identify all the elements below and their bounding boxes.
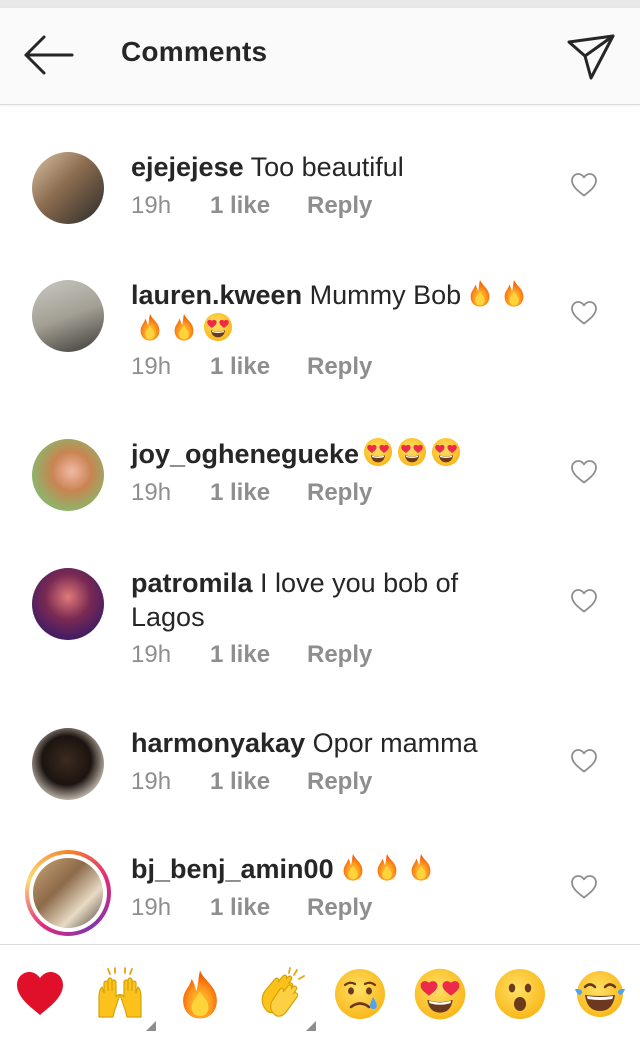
heart-eyes-icon[interactable] <box>413 967 467 1021</box>
comment-meta: 19h 1 like Reply <box>131 192 372 220</box>
like-heart-icon[interactable] <box>570 588 598 614</box>
comment-username[interactable]: lauren.kween <box>131 280 302 310</box>
comment-username[interactable]: harmonyakay <box>131 728 305 758</box>
comment-time: 19h <box>131 894 172 921</box>
comment-time: 19h <box>131 192 172 219</box>
likes-count[interactable]: 1 like <box>210 768 307 796</box>
skin-tone-indicator <box>306 1021 316 1031</box>
like-heart-icon[interactable] <box>570 874 598 900</box>
raised-hands-icon[interactable] <box>93 967 147 1021</box>
like-heart-icon[interactable] <box>570 172 598 198</box>
heart-eyes-emoji-icon <box>203 312 233 342</box>
likes-count[interactable]: 1 like <box>210 641 307 669</box>
comment-username[interactable]: bj_benj_amin00 <box>131 854 334 884</box>
fire-emoji-icon <box>499 278 529 308</box>
fire-emoji-icon <box>338 852 368 882</box>
likes-count[interactable]: 1 like <box>210 479 307 507</box>
comment-time: 19h <box>131 641 172 668</box>
reply-button[interactable]: Reply <box>307 641 372 669</box>
comment-time: 19h <box>131 768 172 795</box>
comment-text: ejejejese Too beautiful <box>131 150 531 184</box>
quick-reaction-bar <box>0 944 640 1038</box>
heart-eyes-emoji-icon <box>431 437 461 467</box>
fire-emoji-icon <box>169 312 199 342</box>
comment-meta: 19h 1 like Reply <box>131 768 372 796</box>
likes-count[interactable]: 1 like <box>210 192 307 220</box>
comment-time: 19h <box>131 353 172 380</box>
comment-meta: 19h 1 like Reply <box>131 353 372 381</box>
comment-username[interactable]: ejejejese <box>131 152 244 182</box>
avatar[interactable] <box>32 568 104 640</box>
comment-meta: 19h 1 like Reply <box>131 894 372 922</box>
comment-text: lauren.kween Mummy Bob <box>131 278 531 346</box>
fire-icon[interactable] <box>173 967 227 1021</box>
comment-text: joy_oghenegueke <box>131 437 531 471</box>
comment-body: Mummy Bob <box>309 280 462 310</box>
reply-button[interactable]: Reply <box>307 894 372 922</box>
avatar[interactable] <box>32 728 104 800</box>
likes-count[interactable]: 1 like <box>210 353 307 381</box>
top-bar: Comments <box>0 8 640 105</box>
crying-face-icon[interactable] <box>333 967 387 1021</box>
reply-button[interactable]: Reply <box>307 479 372 507</box>
comment-body: Opor mamma <box>312 728 478 758</box>
paper-plane-icon[interactable] <box>563 30 619 82</box>
heart-eyes-emoji-icon <box>397 437 427 467</box>
surprised-face-icon[interactable] <box>493 967 547 1021</box>
comment-time: 19h <box>131 479 172 506</box>
comment-text: patromila I love you bob of Lagos <box>131 566 531 634</box>
red-heart-icon[interactable] <box>13 967 67 1021</box>
avatar[interactable] <box>32 152 104 224</box>
like-heart-icon[interactable] <box>570 748 598 774</box>
comment-text: harmonyakay Opor mamma <box>131 726 531 760</box>
fire-emoji-icon <box>372 852 402 882</box>
status-bar <box>0 0 640 8</box>
avatar[interactable] <box>32 280 104 352</box>
comment-body: Too beautiful <box>250 152 404 182</box>
reply-button[interactable]: Reply <box>307 768 372 796</box>
reply-button[interactable]: Reply <box>307 353 372 381</box>
heart-eyes-emoji-icon <box>363 437 393 467</box>
skin-tone-indicator <box>146 1021 156 1031</box>
like-heart-icon[interactable] <box>570 459 598 485</box>
avatar[interactable] <box>25 850 111 936</box>
comment-meta: 19h 1 like Reply <box>131 641 372 669</box>
comment-username[interactable]: joy_oghenegueke <box>131 439 359 469</box>
fire-emoji-icon <box>465 278 495 308</box>
like-heart-icon[interactable] <box>570 300 598 326</box>
comment-username[interactable]: patromila <box>131 568 253 598</box>
fire-emoji-icon <box>135 312 165 342</box>
comment-meta: 19h 1 like Reply <box>131 479 372 507</box>
tears-of-joy-icon[interactable] <box>573 967 627 1021</box>
fire-emoji-icon <box>406 852 436 882</box>
likes-count[interactable]: 1 like <box>210 894 307 922</box>
page-title: Comments <box>121 36 268 67</box>
reply-button[interactable]: Reply <box>307 192 372 220</box>
arrow-left-icon[interactable] <box>20 32 76 78</box>
clapping-hands-icon[interactable] <box>253 967 307 1021</box>
comment-text: bj_benj_amin00 <box>131 852 531 886</box>
avatar[interactable] <box>32 439 104 511</box>
